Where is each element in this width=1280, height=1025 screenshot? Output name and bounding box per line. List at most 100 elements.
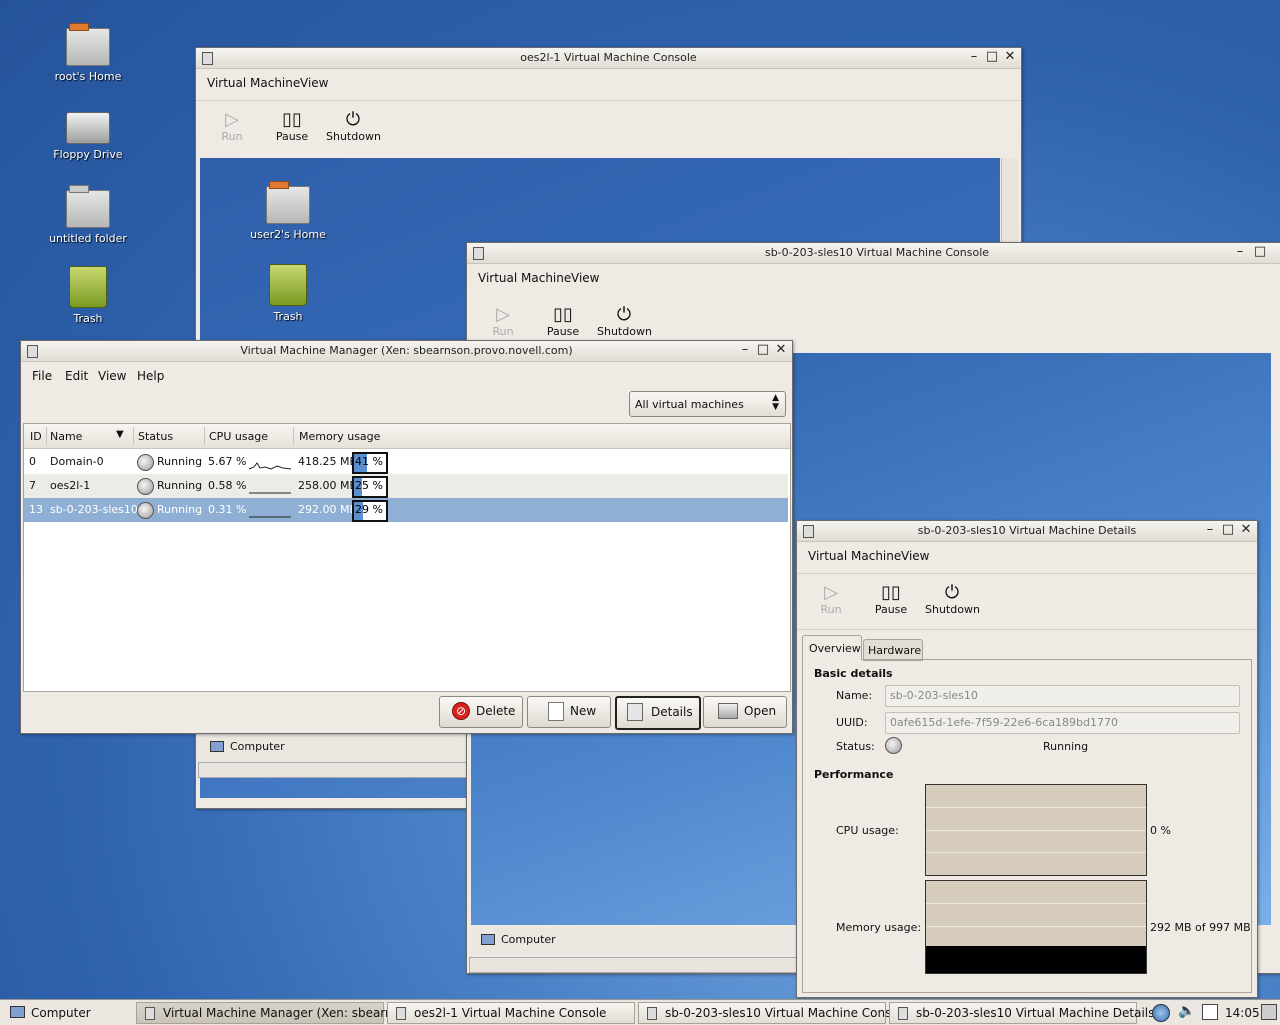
shutdown-button[interactable]: ⏻ Shutdown [597, 305, 652, 339]
running-status-icon [137, 478, 154, 495]
scrollbar-horizontal[interactable] [469, 957, 801, 973]
performance-heading: Performance [814, 768, 894, 781]
task-details-sles10[interactable]: sb-0-203-sles10 Virtual Machine Details [889, 1002, 1154, 1024]
task-vm-manager[interactable]: Virtual Machine Manager (Xen: sbearnso..… [136, 1002, 417, 1024]
window-icon [898, 1007, 908, 1020]
folder-icon [66, 185, 110, 228]
computer-menu-button[interactable]: Computer [31, 1006, 91, 1020]
power-icon: ⏻ [944, 582, 960, 603]
name-label: Name: [836, 689, 873, 702]
window-title: Virtual Machine Manager (Xen: sbearnson.… [240, 344, 573, 357]
clock[interactable]: 14:05 [1225, 1006, 1260, 1020]
maximize-icon[interactable]: □ [1221, 523, 1235, 537]
memory-usage-label: Memory usage: [836, 921, 922, 934]
close-icon[interactable]: ✕ [1003, 50, 1017, 64]
pause-button[interactable]: ▯▯ Pause [543, 304, 583, 339]
guest-computer-menu[interactable]: Computer [230, 740, 285, 753]
vm-list[interactable]: ID Name ▼ Status CPU usage Memory usage … [23, 423, 791, 692]
scrollbar-horizontal[interactable] [198, 762, 470, 778]
tab-overview[interactable]: Overview [802, 635, 862, 660]
vm-details-window: sb-0-203-sles10 Virtual Machine Details … [796, 520, 1258, 998]
pause-button[interactable]: ▯▯ Pause [272, 110, 312, 144]
menu-edit[interactable]: Edit [65, 369, 88, 383]
menu-view[interactable]: View [571, 271, 599, 285]
new-document-icon [548, 702, 564, 721]
memory-usage-fill [926, 946, 1146, 973]
pause-button[interactable]: ▯▯ Pause [871, 583, 911, 617]
close-icon[interactable]: ✕ [774, 343, 788, 357]
vm-filter-select[interactable]: All virtual machines ▲ ▼ [629, 391, 786, 417]
desktop-icon-home[interactable]: root's Home [38, 23, 138, 83]
delete-icon: ⊘ [452, 702, 470, 720]
uuid-field[interactable]: 0afe615d-1efe-7f59-22e6-6ca189bd1770 [885, 712, 1240, 734]
title-bar[interactable]: Virtual Machine Manager (Xen: sbearnson.… [21, 341, 792, 362]
tab-hardware[interactable]: Hardware [863, 639, 923, 661]
menu-virtual-machine[interactable]: Virtual Machine [478, 271, 571, 285]
shutdown-button[interactable]: ⏻ Shutdown [925, 582, 980, 617]
title-bar[interactable]: oes2l-1 Virtual Machine Console – □ ✕ [196, 48, 1021, 69]
menu-bar: Virtual Machine View [196, 72, 1021, 94]
menu-virtual-machine[interactable]: Virtual Machine [808, 549, 901, 563]
new-button[interactable]: New [527, 696, 611, 728]
floppy-drive-icon [66, 112, 110, 144]
menu-virtual-machine[interactable]: Virtual Machine [207, 76, 300, 90]
vm-row-selected[interactable]: 13 sb-0-203-sles10 Running 0.31 % 292.00… [24, 498, 788, 522]
run-button[interactable]: ▷ Run [214, 109, 250, 144]
vm-row[interactable]: 7 oes2l-1 Running 0.58 % 258.00 MB 25 % [24, 474, 788, 498]
desktop-icon-folder[interactable]: untitled folder [38, 185, 138, 245]
window-icon [145, 1007, 155, 1020]
maximize-icon[interactable]: □ [756, 343, 770, 357]
uuid-label: UUID: [836, 716, 868, 729]
cpu-sparkline [249, 516, 291, 518]
overview-panel: Basic details Name: sb-0-203-sles10 UUID… [802, 659, 1252, 993]
column-status[interactable]: Status [138, 430, 173, 443]
play-icon: ▷ [496, 304, 510, 325]
volume-icon[interactable]: 🔈 [1178, 1003, 1195, 1019]
maximize-icon[interactable]: □ [985, 50, 999, 64]
menu-view[interactable]: View [300, 76, 328, 90]
play-icon: ▷ [225, 109, 239, 130]
pause-icon: ▯▯ [553, 304, 573, 325]
running-status-icon [137, 502, 154, 519]
open-button[interactable]: Open [703, 696, 787, 728]
minimize-icon[interactable]: – [1233, 245, 1247, 259]
guest-computer-menu[interactable]: Computer [501, 933, 556, 946]
name-field[interactable]: sb-0-203-sles10 [885, 685, 1240, 707]
menu-view[interactable]: View [901, 549, 929, 563]
title-bar[interactable]: sb-0-203-sles10 Virtual Machine Details … [797, 521, 1257, 542]
guest-taskbar: Computer [196, 734, 468, 762]
desktop-switcher-icon[interactable] [1261, 1004, 1277, 1020]
column-memory[interactable]: Memory usage [299, 430, 380, 443]
minimize-icon[interactable]: – [1203, 523, 1217, 537]
run-button[interactable]: ▷ Run [485, 304, 521, 339]
minimize-icon[interactable]: – [967, 50, 981, 64]
network-icon[interactable] [1152, 1004, 1170, 1022]
desktop-icon-trash[interactable]: Trash [38, 266, 138, 325]
close-icon[interactable]: ✕ [1239, 523, 1253, 537]
menu-file[interactable]: File [32, 369, 52, 383]
details-button[interactable]: Details [615, 696, 701, 730]
desktop-icon-label: Trash [73, 312, 103, 325]
column-id[interactable]: ID [30, 430, 42, 443]
minimize-icon[interactable]: – [738, 343, 752, 357]
shutdown-button[interactable]: ⏻ Shutdown [326, 110, 381, 144]
task-console-oes2l-1[interactable]: oes2l-1 Virtual Machine Console [387, 1002, 635, 1024]
guest-icon-home[interactable]: user2's Home [238, 181, 338, 241]
menu-help[interactable]: Help [137, 369, 164, 383]
vm-row[interactable]: 0 Domain-0 Running 5.67 % 418.25 MB 41 % [24, 450, 788, 474]
column-cpu[interactable]: CPU usage [209, 430, 268, 443]
guest-icon-trash[interactable]: Trash [238, 264, 338, 323]
updown-arrow-icon: ▲ ▼ [772, 393, 779, 412]
home-folder-icon [66, 23, 110, 66]
cpu-usage-value: 0 % [1150, 824, 1171, 837]
run-button[interactable]: ▷ Run [813, 583, 849, 617]
task-console-sles10[interactable]: sb-0-203-sles10 Virtual Machine Console [638, 1002, 909, 1024]
column-name[interactable]: Name [50, 430, 82, 443]
calendar-icon[interactable] [1202, 1004, 1218, 1020]
title-bar[interactable]: sb-0-203-sles10 Virtual Machine Console … [467, 243, 1280, 264]
home-folder-icon [266, 181, 310, 224]
maximize-icon[interactable]: □ [1253, 245, 1267, 259]
menu-view[interactable]: View [98, 369, 126, 383]
desktop-icon-floppy[interactable]: Floppy Drive [38, 108, 138, 161]
delete-button[interactable]: ⊘ Delete [439, 696, 523, 728]
